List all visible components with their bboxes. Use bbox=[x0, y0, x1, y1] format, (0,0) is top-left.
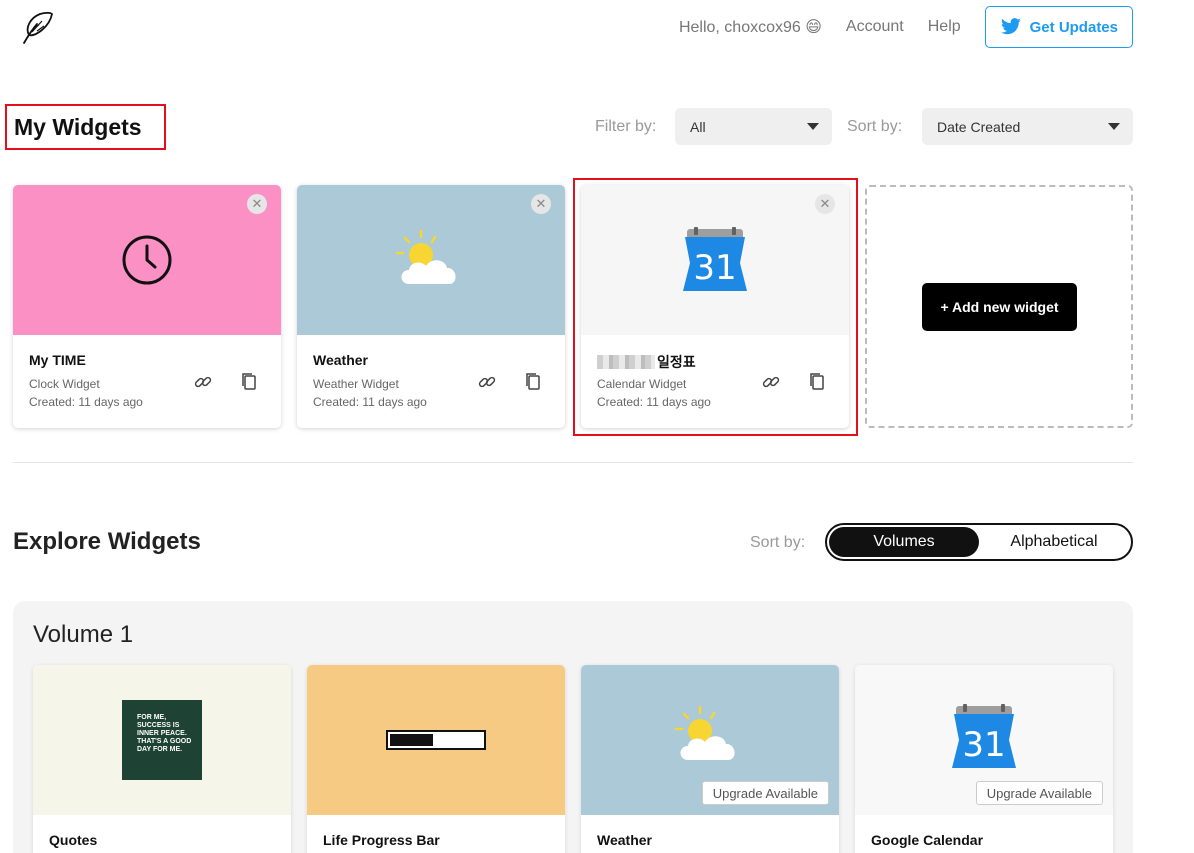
progress-bar-fill bbox=[390, 734, 434, 746]
greeting-text: Hello, choxcox96 😄 bbox=[678, 19, 822, 36]
widget-thumbnail bbox=[297, 185, 565, 335]
widget-card-my-time[interactable]: ✕ My TIME Clock Widget Created: 11 days … bbox=[13, 185, 281, 428]
top-nav: Hello, choxcox96 😄 Account Help Get Upda… bbox=[679, 6, 1133, 48]
copy-icon[interactable] bbox=[238, 371, 260, 393]
chevron-down-icon bbox=[1108, 123, 1120, 130]
highlight-box bbox=[573, 178, 858, 436]
explore-widgets-title: Explore Widgets bbox=[13, 528, 201, 555]
widget-thumbnail: FOR ME, SUCCESS IS INNER PEACE. THAT'S A… bbox=[33, 665, 291, 815]
upgrade-available-badge[interactable]: Upgrade Available bbox=[701, 781, 829, 805]
widget-thumbnail bbox=[307, 665, 565, 815]
explore-card-quotes[interactable]: FOR ME, SUCCESS IS INNER PEACE. THAT'S A… bbox=[33, 665, 291, 853]
calendar-31-icon: 31 bbox=[952, 704, 1016, 768]
explore-card-life-progress-bar[interactable]: Life Progress Bar bbox=[307, 665, 565, 853]
sort-option-alphabetical[interactable]: Alphabetical bbox=[979, 527, 1129, 557]
sun-cloud-icon bbox=[395, 229, 456, 284]
explore-sort-toggle: Volumes Alphabetical bbox=[825, 523, 1133, 561]
add-widget-card: + Add new widget bbox=[865, 185, 1133, 428]
widget-name: Google Calendar bbox=[871, 832, 984, 848]
link-icon[interactable] bbox=[476, 371, 498, 393]
widget-name: Weather bbox=[597, 832, 652, 848]
svg-text:31: 31 bbox=[962, 725, 1005, 765]
widget-thumbnail bbox=[13, 185, 281, 335]
remove-widget-button[interactable]: ✕ bbox=[531, 194, 551, 214]
twitter-bird-icon bbox=[1000, 18, 1021, 35]
feather-logo-icon[interactable] bbox=[20, 10, 56, 46]
widget-type: Weather Widget bbox=[313, 377, 399, 391]
widget-name: Weather bbox=[313, 352, 368, 368]
clock-icon bbox=[122, 235, 172, 285]
get-updates-label: Get Updates bbox=[1029, 18, 1118, 36]
help-link[interactable]: Help bbox=[928, 18, 961, 36]
widget-created: Created: 11 days ago bbox=[29, 395, 143, 409]
upgrade-available-badge[interactable]: Upgrade Available bbox=[975, 781, 1103, 805]
widget-name: Quotes bbox=[49, 832, 98, 848]
quote-poster-icon: FOR ME, SUCCESS IS INNER PEACE. THAT'S A… bbox=[122, 700, 202, 780]
widget-card-weather[interactable]: ✕ Weather Weather Widget Created: 11 day… bbox=[297, 185, 565, 428]
widget-name: Life Progress Bar bbox=[323, 832, 440, 848]
my-widgets-title: My Widgets bbox=[14, 113, 142, 140]
sort-select[interactable]: Date Created bbox=[922, 108, 1133, 145]
explore-card-google-calendar[interactable]: 31 Upgrade Available Google Calendar bbox=[855, 665, 1113, 853]
remove-widget-button[interactable]: ✕ bbox=[247, 194, 267, 214]
sun-cloud-icon bbox=[674, 705, 735, 760]
add-new-widget-button[interactable]: + Add new widget bbox=[922, 283, 1077, 331]
widget-name: My TIME bbox=[29, 352, 86, 368]
explore-sort-label: Sort by: bbox=[750, 534, 806, 551]
sort-value: Date Created bbox=[937, 118, 1021, 135]
explore-card-weather[interactable]: Upgrade Available Weather bbox=[581, 665, 839, 853]
sort-option-volumes[interactable]: Volumes bbox=[829, 527, 979, 557]
link-icon[interactable] bbox=[192, 371, 214, 393]
my-widgets-heading: My Widgets bbox=[5, 104, 166, 150]
chevron-down-icon bbox=[807, 123, 819, 130]
filter-value: All bbox=[690, 118, 706, 135]
sort-label: Sort by: bbox=[847, 118, 903, 135]
copy-icon[interactable] bbox=[522, 371, 544, 393]
widget-type: Clock Widget bbox=[29, 377, 100, 391]
widget-created: Created: 11 days ago bbox=[313, 395, 427, 409]
filter-label: Filter by: bbox=[595, 118, 657, 135]
filter-select[interactable]: All bbox=[675, 108, 832, 145]
progress-bar-icon bbox=[386, 730, 486, 750]
account-link[interactable]: Account bbox=[846, 18, 904, 36]
section-divider bbox=[13, 462, 1133, 463]
get-updates-button[interactable]: Get Updates bbox=[984, 6, 1133, 48]
quote-text: FOR ME, SUCCESS IS INNER PEACE. THAT'S A… bbox=[137, 714, 192, 753]
volume-title: Volume 1 bbox=[33, 621, 134, 648]
volume-section: Volume 1 FOR ME, SUCCESS IS INNER PEACE.… bbox=[13, 601, 1133, 853]
